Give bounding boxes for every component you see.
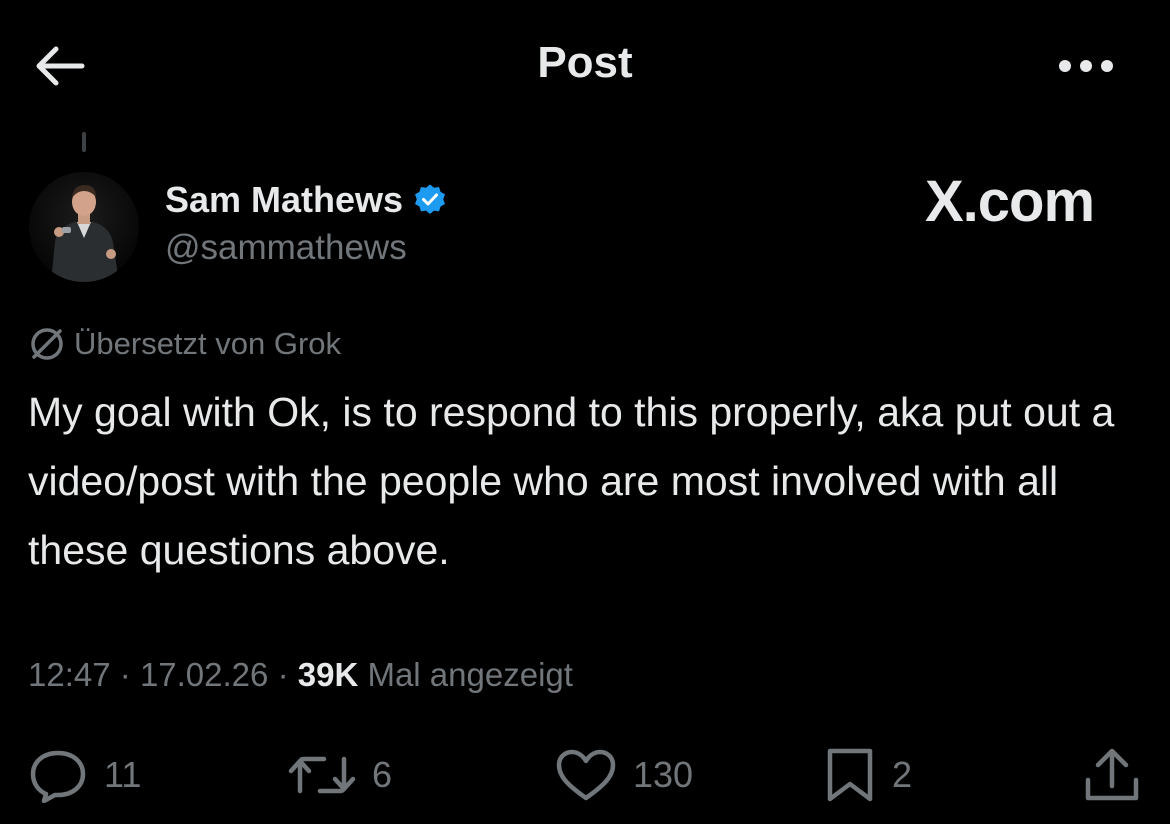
arrow-left-icon: [36, 46, 85, 86]
share-button[interactable]: [1082, 745, 1142, 805]
page-title: Post: [537, 38, 633, 87]
like-button[interactable]: 130: [555, 745, 693, 805]
grok-icon: [31, 328, 63, 360]
author-display-name[interactable]: Sam Mathews: [165, 179, 403, 221]
post-time[interactable]: 12:47: [28, 656, 111, 693]
views-count[interactable]: 39K: [298, 656, 359, 693]
reply-button[interactable]: 11: [28, 745, 141, 805]
x-com-watermark: X.com: [925, 169, 1095, 234]
thread-connector-line: [82, 132, 86, 152]
post-date[interactable]: 17.02.26: [140, 656, 268, 693]
repost-count: 6: [372, 754, 393, 795]
reply-count: 11: [104, 754, 142, 795]
avatar[interactable]: [29, 172, 139, 282]
back-button[interactable]: [30, 40, 88, 92]
bookmark-count: 2: [892, 754, 913, 795]
views-label: Mal angezeigt: [367, 656, 573, 693]
repost-button[interactable]: 6: [288, 745, 392, 805]
more-horizontal-icon: [1059, 60, 1113, 72]
author-name-row: Sam Mathews: [165, 178, 447, 222]
share-icon: [1085, 748, 1139, 801]
meta-separator: ·: [119, 656, 131, 693]
like-count: 130: [633, 754, 694, 795]
more-options-button[interactable]: [1050, 44, 1122, 88]
translation-indicator[interactable]: Übersetzt von Grok: [28, 324, 341, 364]
bookmark-icon: [827, 748, 873, 802]
reply-icon: [30, 750, 86, 803]
author-handle[interactable]: @sammathews: [165, 228, 407, 268]
heart-icon: [556, 749, 616, 801]
post-meta: 12:47 · 17.02.26 · 39K Mal angezeigt: [28, 656, 573, 694]
translation-label: Übersetzt von Grok: [74, 326, 342, 361]
bookmark-button[interactable]: 2: [824, 745, 912, 805]
repost-icon: [288, 756, 356, 794]
verified-badge-icon: [415, 184, 446, 214]
post-text: My goal with Ok, is to respond to this p…: [28, 389, 1115, 573]
avatar-photo: [29, 172, 139, 282]
meta-separator: ·: [277, 656, 289, 693]
